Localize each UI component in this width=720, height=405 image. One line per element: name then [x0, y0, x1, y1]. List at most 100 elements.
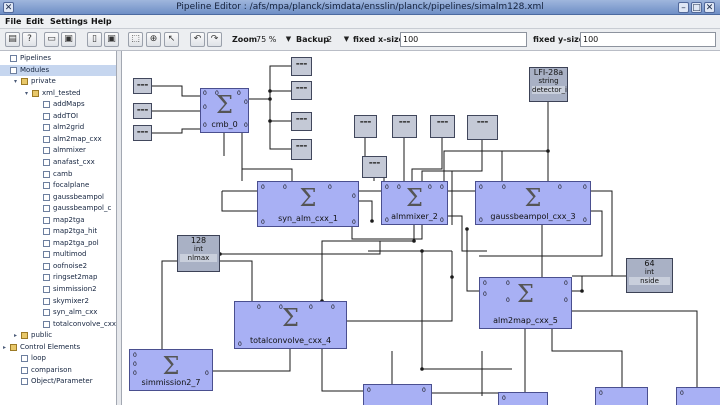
- connection-wire[interactable]: [347, 277, 453, 322]
- connection-wire[interactable]: [501, 150, 548, 181]
- connection-wire[interactable]: [220, 241, 381, 255]
- module-port[interactable]: 0: [133, 371, 137, 377]
- connection-wire[interactable]: [572, 275, 626, 292]
- module-port[interactable]: 0: [428, 185, 432, 191]
- module-partial[interactable]: 0: [676, 387, 720, 405]
- menu-help[interactable]: Help: [91, 15, 112, 29]
- module-port[interactable]: 0: [385, 185, 389, 191]
- param-nlmax[interactable]: 128 int nlmax: [177, 235, 220, 272]
- tree-item[interactable]: map2tga_hit: [0, 226, 116, 237]
- input-node[interactable]: ▬▬▬: [133, 125, 152, 141]
- tree-item[interactable]: ▾ private: [0, 76, 116, 87]
- fixed-y-size-input[interactable]: 100: [580, 32, 716, 47]
- module-tree[interactable]: Pipelines Modules ▾ private ▾ xml_tested addMa…: [0, 51, 117, 405]
- tree-item[interactable]: Pipelines: [0, 53, 116, 64]
- tree-item[interactable]: ▸ public: [0, 330, 116, 341]
- module-port[interactable]: 0: [483, 281, 487, 287]
- param-detector-id[interactable]: LFI-28a string detector_id: [529, 67, 568, 102]
- expand-toggle-icon[interactable]: ▾: [14, 76, 21, 87]
- module-syn-alm-cxx[interactable]: Σ 0 0 0 0 0 0 syn_alm_cxx_1: [257, 181, 359, 227]
- minimize-icon[interactable]: –: [678, 2, 689, 13]
- connection-wire[interactable]: [572, 310, 698, 387]
- close-icon[interactable]: ✕: [704, 2, 715, 13]
- connection-wire[interactable]: [220, 260, 253, 306]
- expand-toggle-icon[interactable]: ▸: [14, 330, 21, 341]
- param-node[interactable]: ▬▬▬: [392, 115, 417, 138]
- tree-item[interactable]: syn_alm_cxx: [0, 307, 116, 318]
- connection-wire[interactable]: [249, 65, 291, 100]
- zoom-value[interactable]: 75 %: [256, 33, 276, 46]
- connection-wire[interactable]: [152, 128, 200, 134]
- module-port[interactable]: 0: [367, 388, 371, 394]
- new-document-icon[interactable]: ▤: [5, 32, 20, 47]
- module-port[interactable]: 0: [506, 281, 510, 287]
- expand-toggle-icon[interactable]: ▸: [3, 342, 10, 353]
- select-area-icon[interactable]: ⬚: [128, 32, 143, 47]
- tree-item[interactable]: camb: [0, 169, 116, 180]
- output-node[interactable]: ▬▬▬: [291, 139, 312, 160]
- module-partial[interactable]: 0: [498, 392, 548, 405]
- tree-item[interactable]: map2tga_pol: [0, 238, 116, 249]
- connect-icon[interactable]: ⊕: [146, 32, 161, 47]
- module-port[interactable]: 0: [237, 91, 241, 97]
- tree-item[interactable]: alm2map_cxx: [0, 134, 116, 145]
- backup-dropdown-icon[interactable]: ▼: [342, 33, 351, 46]
- module-port[interactable]: 0: [261, 185, 265, 191]
- tree-item[interactable]: oofnoise2: [0, 261, 116, 272]
- connection-wire[interactable]: [269, 99, 291, 122]
- module-port[interactable]: 0: [506, 298, 510, 304]
- tree-item[interactable]: simmission2: [0, 284, 116, 295]
- title-bar[interactable]: Pipeline Editor : /afs/mpa/planck/simdat…: [0, 0, 720, 15]
- expand-toggle-icon[interactable]: ▾: [25, 88, 32, 99]
- help-icon[interactable]: ?: [22, 32, 37, 47]
- param-node[interactable]: ▬▬▬: [467, 115, 498, 140]
- tree-item[interactable]: skymixer2: [0, 296, 116, 307]
- module-alm2map-cxx[interactable]: Σ 0 0 0 0 0 0 alm2map_cxx_5: [479, 277, 572, 329]
- module-port[interactable]: 0: [244, 100, 248, 106]
- tree-item[interactable]: gaussbeampol_c: [0, 203, 116, 214]
- module-almmixer[interactable]: Σ 0 0 0 0 0 0 almmixer_2: [381, 181, 448, 225]
- module-port[interactable]: 0: [422, 388, 426, 394]
- tree-item[interactable]: gaussbeampol: [0, 192, 116, 203]
- module-port[interactable]: 0: [558, 185, 562, 191]
- tree-item[interactable]: ringset2map: [0, 272, 116, 283]
- connection-wire[interactable]: [321, 225, 415, 301]
- module-partial[interactable]: 0 0: [363, 384, 432, 405]
- module-port[interactable]: 0: [397, 185, 401, 191]
- module-port[interactable]: 0: [283, 185, 287, 191]
- tree-item[interactable]: totalconvolve_cxx: [0, 319, 116, 330]
- tree-item[interactable]: map2tga: [0, 215, 116, 226]
- module-simmission2[interactable]: Σ 0 0 0 0 simmission2_7: [129, 349, 213, 391]
- module-port[interactable]: 0: [483, 292, 487, 298]
- connection-wire[interactable]: [466, 229, 479, 292]
- module-port[interactable]: 0: [502, 396, 506, 402]
- output-node[interactable]: ▬▬▬: [291, 112, 312, 131]
- module-port[interactable]: 0: [328, 185, 332, 191]
- tree-item[interactable]: comparison: [0, 365, 116, 376]
- module-port[interactable]: 0: [599, 391, 603, 397]
- module-port[interactable]: 0: [352, 194, 356, 200]
- module-port[interactable]: 0: [215, 91, 219, 97]
- module-partial[interactable]: 0: [595, 387, 648, 405]
- module-port[interactable]: 0: [583, 185, 587, 191]
- connection-wire[interactable]: [152, 85, 200, 97]
- module-port[interactable]: 0: [309, 305, 313, 311]
- connection-wire[interactable]: [161, 260, 178, 349]
- connection-wire[interactable]: [351, 225, 423, 240]
- tree-item[interactable]: focalplane: [0, 180, 116, 191]
- tree-item[interactable]: Object/Parameter: [0, 376, 116, 387]
- open-folder-icon[interactable]: ▭: [44, 32, 59, 47]
- menu-file[interactable]: File: [5, 15, 21, 29]
- param-nside[interactable]: 64 int nside: [626, 258, 673, 293]
- connection-wire[interactable]: [443, 102, 549, 181]
- param-node[interactable]: ▬▬▬: [354, 115, 377, 138]
- tree-item[interactable]: anafast_cxx: [0, 157, 116, 168]
- connection-wire[interactable]: [269, 121, 291, 150]
- module-totalconvolve-cxx[interactable]: Σ 0 0 0 0 0 totalconvolve_cxx_4: [234, 301, 347, 349]
- input-node[interactable]: ▬▬▬: [133, 78, 152, 94]
- module-port[interactable]: 0: [564, 281, 568, 287]
- menu-edit[interactable]: Edit: [26, 15, 44, 29]
- input-node[interactable]: ▬▬▬: [133, 103, 152, 119]
- connection-wire[interactable]: [241, 133, 293, 181]
- module-port[interactable]: 0: [133, 362, 137, 368]
